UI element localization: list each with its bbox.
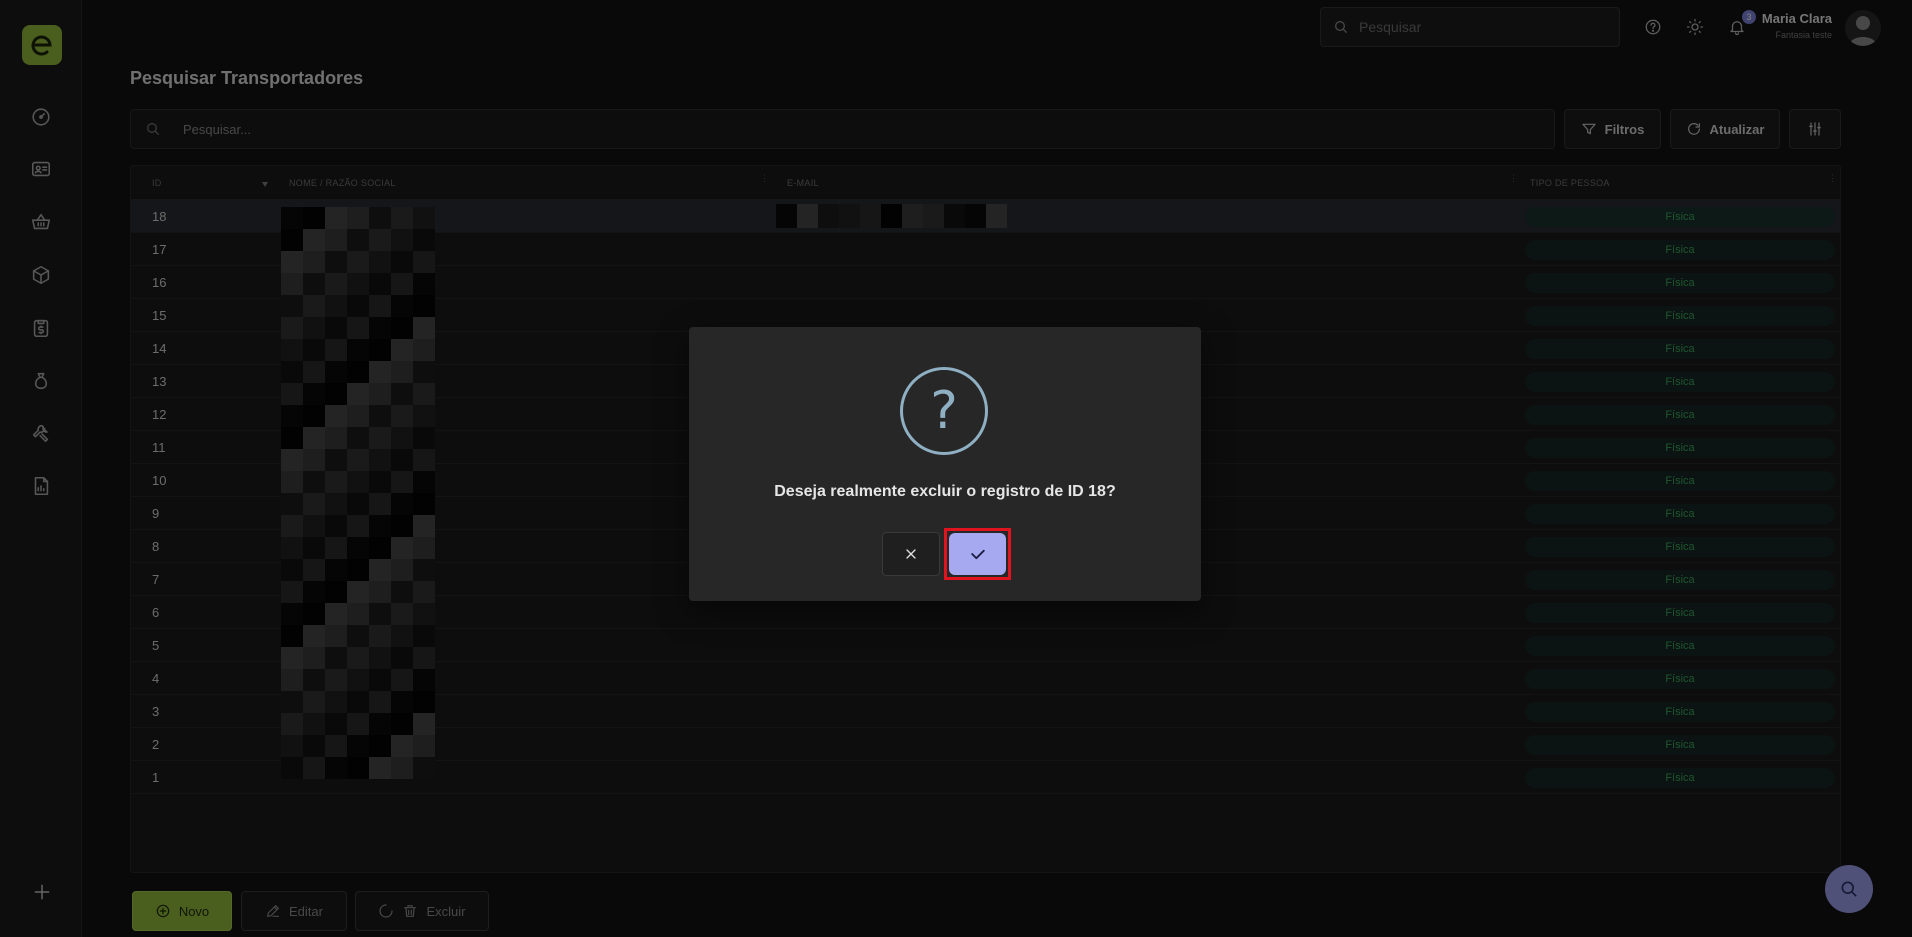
question-icon: ? bbox=[900, 367, 988, 455]
app: 3 Maria Clara Fantasia teste Pesquisar T… bbox=[0, 0, 1912, 937]
close-icon bbox=[906, 549, 916, 559]
confirm-delete-dialog: ? Deseja realmente excluir o registro de… bbox=[689, 327, 1201, 601]
dialog-message: Deseja realmente excluir o registro de I… bbox=[774, 483, 1116, 500]
confirm-button-highlight bbox=[944, 528, 1011, 580]
check-icon bbox=[970, 549, 985, 560]
confirm-button[interactable] bbox=[949, 533, 1006, 575]
cancel-button[interactable] bbox=[882, 532, 940, 576]
